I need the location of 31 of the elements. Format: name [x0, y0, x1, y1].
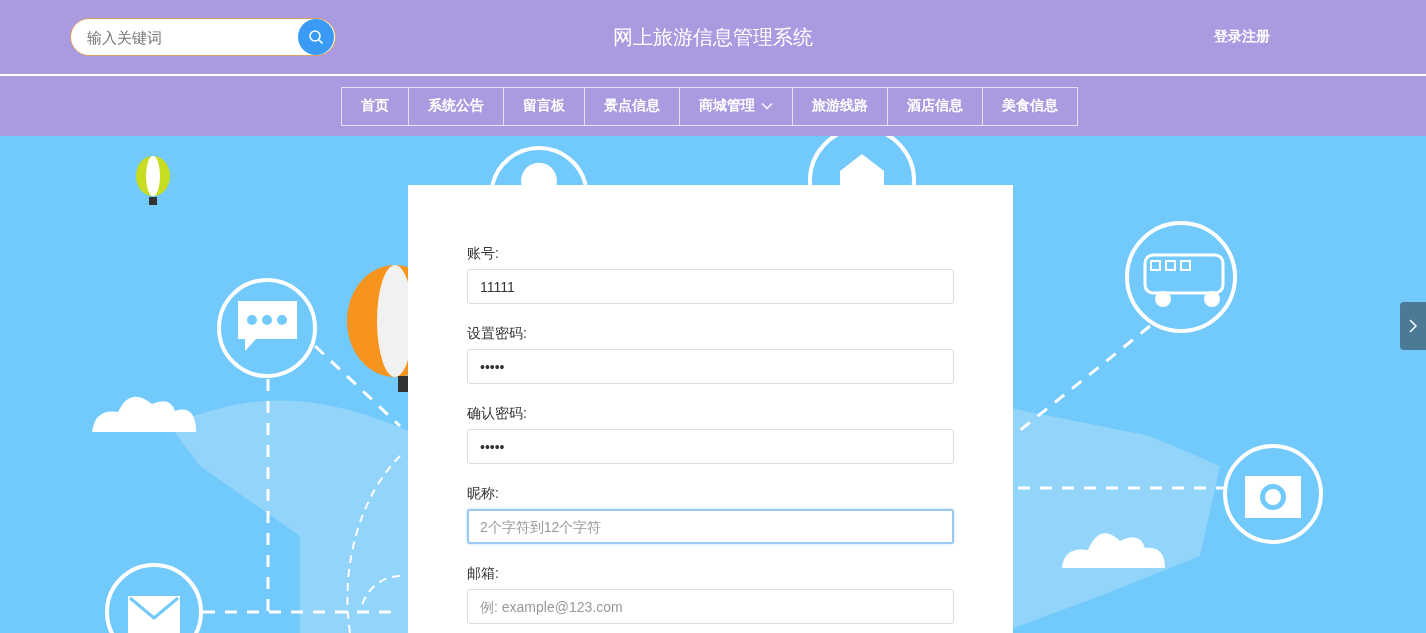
- field-label: 邮箱:: [467, 564, 499, 583]
- nav-item[interactable]: 留言板: [503, 86, 585, 126]
- nav-item[interactable]: 旅游线路: [792, 86, 888, 126]
- input-field[interactable]: 11111: [467, 269, 954, 304]
- site-title: 网上旅游信息管理系统: [613, 25, 813, 48]
- nav-item[interactable]: 系统公告: [408, 86, 504, 126]
- nav-item[interactable]: 美食信息: [982, 86, 1078, 126]
- input-field[interactable]: 例: example@123.com: [467, 589, 954, 624]
- field-label: 确认密码:: [467, 404, 527, 423]
- chevron-right-icon: [1408, 318, 1418, 334]
- search-icon: [308, 29, 324, 45]
- nav-item[interactable]: 首页: [341, 86, 409, 126]
- input-field[interactable]: •••••: [467, 429, 954, 464]
- input-field[interactable]: 2个字符到12个字符: [467, 509, 954, 544]
- search-button[interactable]: [298, 19, 334, 55]
- nav-item[interactable]: 商城管理: [679, 86, 793, 126]
- input-field[interactable]: •••••: [467, 349, 954, 384]
- balloon-drawing: [136, 156, 170, 205]
- field-label: 设置密码:: [467, 324, 527, 343]
- field-label: 昵称:: [467, 484, 499, 503]
- camera-icon: [1223, 444, 1323, 544]
- chat-icon: [217, 278, 317, 378]
- field-label: 账号:: [467, 244, 499, 263]
- chevron-down-icon: [761, 102, 773, 110]
- nav-item[interactable]: 景点信息: [584, 86, 680, 126]
- login-register-link[interactable]: 登录注册: [1214, 28, 1270, 46]
- search-bar[interactable]: 输入关键词: [70, 18, 336, 56]
- bus-icon: [1125, 221, 1237, 333]
- next-button[interactable]: [1400, 302, 1426, 350]
- search-field[interactable]: 输入关键词: [87, 28, 298, 46]
- nav-item[interactable]: 酒店信息: [887, 86, 983, 126]
